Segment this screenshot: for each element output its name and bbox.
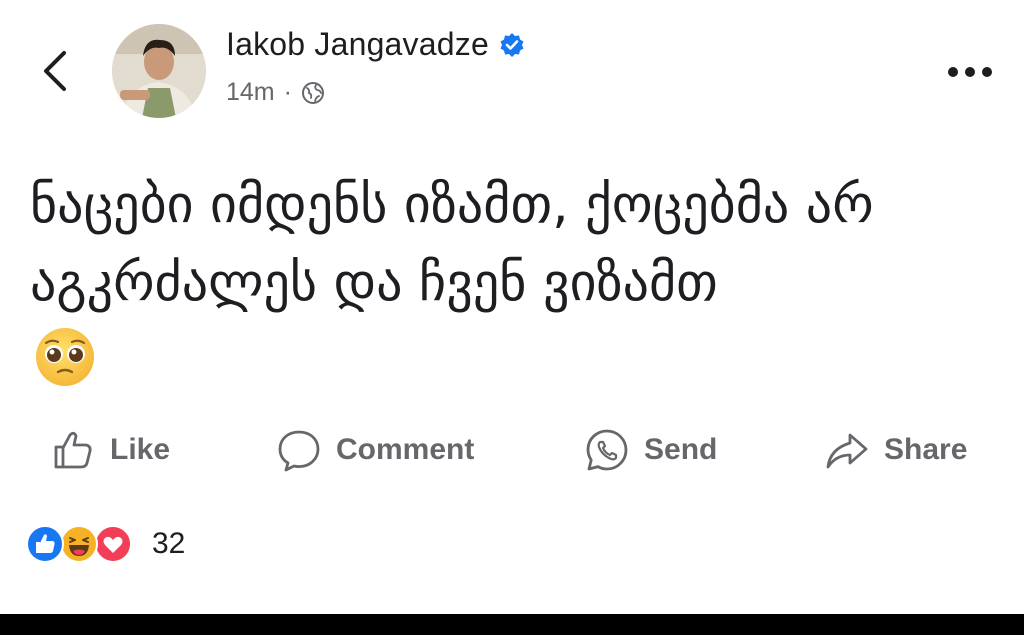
haha-reaction-icon <box>60 525 98 563</box>
love-reaction-icon <box>94 525 132 563</box>
reaction-count: 32 <box>152 527 186 560</box>
more-options-button[interactable] <box>940 52 1000 92</box>
like-reaction-icon <box>26 525 64 563</box>
post-screen: Iakob Jangavadze 14m · ნაცები იმდენს იზა… <box>0 0 1024 635</box>
back-button[interactable] <box>30 46 80 96</box>
whatsapp-icon <box>586 429 628 471</box>
comment-label: Comment <box>336 433 475 466</box>
verified-badge-icon <box>500 32 524 57</box>
avatar[interactable] <box>112 24 206 118</box>
pleading-face-emoji: 🥹 <box>36 328 94 386</box>
timestamp[interactable]: 14m <box>226 78 275 107</box>
send-label: Send <box>644 433 718 466</box>
avatar-photo <box>112 24 206 118</box>
thumbs-up-icon <box>54 431 92 469</box>
like-button[interactable]: Like <box>50 415 170 485</box>
author-name[interactable]: Iakob Jangavadze <box>226 26 525 63</box>
comment-button[interactable]: Comment <box>276 415 474 485</box>
bottom-edge-bar <box>0 614 1024 635</box>
reactions-summary[interactable]: 32 <box>26 524 185 564</box>
author-name-text: Iakob Jangavadze <box>226 26 489 62</box>
more-dots-icon <box>948 67 992 77</box>
post-meta: 14m · <box>226 78 325 107</box>
share-arrow-icon <box>826 433 868 469</box>
comment-bubble-icon <box>278 430 320 472</box>
chevron-left-icon <box>44 51 66 91</box>
action-bar: Like Comment Send Share <box>0 415 1024 485</box>
meta-separator: · <box>283 78 292 106</box>
like-label: Like <box>110 433 171 466</box>
send-button[interactable]: Send <box>584 415 717 485</box>
share-label: Share <box>884 433 968 466</box>
reaction-icons <box>26 525 142 563</box>
share-button[interactable]: Share <box>824 415 967 485</box>
globe-icon[interactable] <box>301 81 325 105</box>
post-text: ნაცები იმდენს იზამთ, ქოცებმა არ აგკრძალე… <box>30 175 874 313</box>
